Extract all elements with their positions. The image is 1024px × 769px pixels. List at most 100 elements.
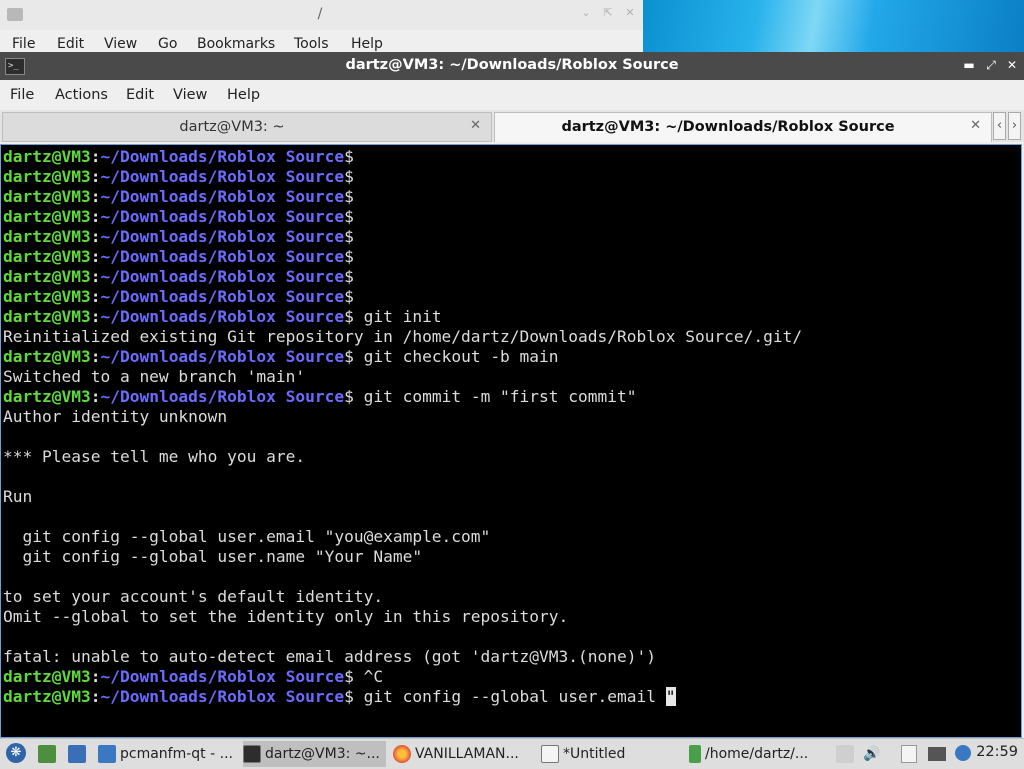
task-label: *Untitled — [563, 746, 626, 762]
prompt-user: dartz@VM3 — [3, 247, 91, 266]
prompt-path: ~/Downloads/Roblox Source — [100, 347, 345, 366]
restore-icon[interactable]: ⤢ — [984, 58, 998, 72]
tab-scroll-right-icon[interactable]: › — [1008, 112, 1021, 140]
task-file-manager[interactable]: /home/dartz/... — [689, 741, 829, 767]
bg-menu-bookmarks[interactable]: Bookmarks — [197, 36, 275, 52]
task-pcmanfm[interactable]: pcmanfm-qt - ... — [98, 741, 238, 767]
start-menu-icon[interactable]: ❋ — [6, 743, 26, 763]
close-icon[interactable]: ✕ — [624, 7, 636, 19]
terminal-output-line: Run — [3, 487, 1019, 507]
close-icon[interactable]: ✕ — [1005, 58, 1019, 72]
bg-menu-go[interactable]: Go — [158, 36, 177, 52]
network-icon[interactable] — [928, 747, 946, 761]
bg-menu-edit[interactable]: Edit — [57, 36, 84, 52]
terminal-window[interactable]: >_ dartz@VM3: ~/Downloads/Roblox Source … — [0, 52, 1024, 738]
menu-file[interactable]: File — [10, 87, 34, 103]
terminal-prompt-line: dartz@VM3:~/Downloads/Roblox Source$ — [3, 187, 1019, 207]
tab-roblox-source[interactable]: dartz@VM3: ~/Downloads/Roblox Source ✕ — [494, 112, 992, 142]
show-desktop-icon[interactable] — [68, 745, 86, 763]
task-terminal[interactable]: dartz@VM3: ~... — [243, 741, 386, 767]
background-file-manager-window[interactable]: / ⌄ ⇱ ✕ File Edit View Go Bookmarks Tool… — [0, 0, 643, 52]
bg-menu-tools[interactable]: Tools — [294, 36, 329, 52]
terminal-prompt-line: dartz@VM3:~/Downloads/Roblox Source$ git… — [3, 307, 1019, 327]
terminal-titlebar[interactable]: >_ dartz@VM3: ~/Downloads/Roblox Source … — [0, 52, 1024, 80]
clipboard-manager-icon[interactable] — [901, 745, 917, 763]
tab-scroll-left-icon[interactable]: ‹ — [993, 112, 1006, 140]
tab-close-icon[interactable]: ✕ — [470, 118, 481, 133]
output-text: Reinitialized existing Git repository in… — [3, 327, 803, 346]
prompt-colon: : — [90, 307, 101, 326]
prompt-user: dartz@VM3 — [3, 167, 91, 186]
command-text: git checkout -b main — [353, 347, 559, 366]
prompt-path: ~/Downloads/Roblox Source — [100, 267, 345, 286]
menu-help[interactable]: Help — [227, 87, 260, 103]
prompt-dollar: $ — [344, 167, 354, 186]
terminal-output-line: Author identity unknown — [3, 407, 1019, 427]
bg-menu-view[interactable]: View — [104, 36, 137, 52]
menu-actions[interactable]: Actions — [55, 87, 108, 103]
prompt-colon: : — [90, 247, 101, 266]
window-title: dartz@VM3: ~/Downloads/Roblox Source — [345, 57, 679, 73]
prompt-dollar: $ — [344, 307, 354, 326]
prompt-user: dartz@VM3 — [3, 187, 91, 206]
prompt-path: ~/Downloads/Roblox Source — [100, 387, 345, 406]
menu-view[interactable]: View — [173, 87, 207, 103]
prompt-dollar: $ — [344, 267, 354, 286]
prompt-user: dartz@VM3 — [3, 667, 91, 686]
terminal-output[interactable]: dartz@VM3:~/Downloads/Roblox Source$ dart… — [0, 144, 1022, 738]
command-text: ^C — [353, 667, 384, 686]
volume-icon[interactable]: 🔊 — [863, 745, 881, 763]
updates-icon[interactable] — [955, 745, 971, 761]
prompt-dollar: $ — [344, 687, 354, 706]
background-window-title: / — [317, 6, 323, 22]
prompt-colon: : — [90, 667, 101, 686]
clock[interactable]: 22:59 — [976, 744, 1018, 760]
file-manager-icon — [689, 745, 701, 763]
prompt-colon: : — [90, 267, 101, 286]
terminal-prompt-line: dartz@VM3:~/Downloads/Roblox Source$ — [3, 247, 1019, 267]
tab-home[interactable]: dartz@VM3: ~ ✕ — [2, 112, 492, 142]
clipboard-icon[interactable] — [836, 745, 854, 763]
prompt-colon: : — [90, 687, 101, 706]
terminal-output-line: fatal: unable to auto-detect email addre… — [3, 647, 1019, 667]
prompt-path: ~/Downloads/Roblox Source — [100, 687, 345, 706]
file-manager-launcher-icon[interactable] — [38, 745, 56, 763]
bg-menu-help[interactable]: Help — [351, 36, 383, 52]
background-menubar: File Edit View Go Bookmarks Tools Help — [0, 32, 643, 52]
terminal-output-line: git config --global user.name "Your Name… — [3, 547, 1019, 567]
prompt-path: ~/Downloads/Roblox Source — [100, 307, 345, 326]
prompt-dollar: $ — [344, 147, 354, 166]
prompt-dollar: $ — [344, 287, 354, 306]
terminal-output-line: Switched to a new branch 'main' — [3, 367, 1019, 387]
prompt-dollar: $ — [344, 247, 354, 266]
command-text: git config --global user.email — [353, 687, 666, 706]
task-text-editor[interactable]: *Untitled — [541, 741, 681, 767]
prompt-user: dartz@VM3 — [3, 307, 91, 326]
command-text: git init — [353, 307, 442, 326]
bg-menu-file[interactable]: File — [12, 36, 35, 52]
tab-close-icon[interactable]: ✕ — [970, 118, 981, 133]
terminal-prompt-line: dartz@VM3:~/Downloads/Roblox Source$ — [3, 267, 1019, 287]
terminal-output-line: to set your account's default identity. — [3, 587, 1019, 607]
prompt-colon: : — [90, 227, 101, 246]
prompt-dollar: $ — [344, 667, 354, 686]
task-label: /home/dartz/... — [705, 746, 809, 762]
prompt-user: dartz@VM3 — [3, 347, 91, 366]
prompt-colon: : — [90, 147, 101, 166]
restore-icon[interactable]: ⇱ — [602, 7, 614, 19]
prompt-path: ~/Downloads/Roblox Source — [100, 207, 345, 226]
terminal-output-line: Reinitialized existing Git repository in… — [3, 327, 1019, 347]
terminal-prompt-line: dartz@VM3:~/Downloads/Roblox Source$ — [3, 167, 1019, 187]
tab-label: dartz@VM3: ~/Downloads/Roblox Source — [561, 119, 895, 135]
task-firefox[interactable]: VANILLAMAN... — [393, 741, 533, 767]
minimize-icon[interactable]: ▬ — [962, 58, 976, 72]
background-window-titlebar[interactable]: / ⌄ ⇱ ✕ — [0, 0, 643, 30]
menu-edit[interactable]: Edit — [126, 87, 154, 103]
minimize-icon[interactable]: ⌄ — [580, 7, 592, 19]
output-text: Switched to a new branch 'main' — [3, 367, 306, 386]
taskbar: ❋ pcmanfm-qt - ... dartz@VM3: ~... VANIL… — [0, 738, 1024, 769]
prompt-path: ~/Downloads/Roblox Source — [100, 247, 345, 266]
prompt-user: dartz@VM3 — [3, 147, 91, 166]
